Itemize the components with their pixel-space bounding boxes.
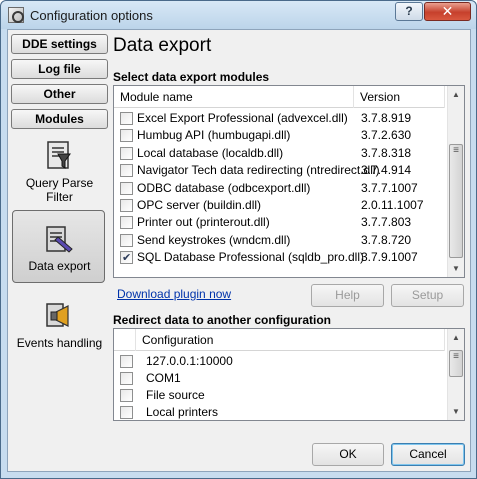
module-checkbox[interactable] <box>120 233 133 247</box>
nav-item-data-export[interactable]: Data export <box>12 223 107 273</box>
modules-scrollbar[interactable]: ▲ ▼ <box>447 86 464 277</box>
column-header-module-name[interactable]: Module name <box>114 86 354 108</box>
module-checkbox[interactable] <box>120 146 133 160</box>
redirect-checkbox[interactable] <box>120 389 133 402</box>
modules-section-title: Select data export modules <box>113 70 270 84</box>
module-checkbox[interactable] <box>120 164 133 178</box>
module-name: Humbug API (humbugapi.dll) <box>137 128 291 143</box>
nav-item-label: Query Parse Filter <box>25 176 94 204</box>
module-name: Excel Export Professional (advexcel.dll) <box>137 111 348 125</box>
module-name: ODBC database (odbcexport.dll) <box>137 180 311 195</box>
title-bar[interactable]: Configuration options ? ✕ <box>1 1 476 29</box>
close-window-button[interactable]: ✕ <box>424 2 471 21</box>
module-version: 3.7.2.630 <box>361 128 412 143</box>
module-name: OPC server (buildin.dll) <box>137 198 262 212</box>
module-version: 3.7.4.914 <box>361 163 412 178</box>
download-plugin-link[interactable]: Download plugin now <box>117 287 231 301</box>
module-row[interactable]: Local database (localdb.dll) 3.7.8.318 <box>114 145 445 162</box>
module-version: 3.7.7.803 <box>361 215 412 230</box>
module-row[interactable]: Send keystrokes (wndcm.dll) 3.7.8.720 <box>114 232 445 249</box>
module-checkbox[interactable] <box>120 129 133 143</box>
setup-button[interactable]: Setup <box>391 284 464 307</box>
module-checkbox[interactable] <box>120 250 133 267</box>
module-row[interactable]: Printer out (printerout.dll) 3.7.7.803 <box>114 214 445 231</box>
module-version: 3.7.7.1007 <box>361 180 418 195</box>
column-header-checkbox <box>114 329 136 351</box>
module-name: Send keystrokes (wndcm.dll) <box>137 232 291 247</box>
nav-button-modules[interactable]: Modules <box>11 109 108 129</box>
redirect-list-header: Configuration <box>114 329 445 351</box>
module-name: Navigator Tech data redirecting (ntredir… <box>137 163 380 178</box>
nav-item-label: Events handling <box>16 336 103 350</box>
redirect-row[interactable]: 127.0.0.1:10000 <box>114 353 445 370</box>
cancel-button[interactable]: Cancel <box>391 443 465 466</box>
module-name: Printer out (printerout.dll) <box>137 215 270 230</box>
redirect-row[interactable]: COM1 <box>114 370 445 387</box>
nav-item-events-handling[interactable]: Events handling <box>12 300 107 350</box>
redirect-section-title: Redirect data to another configuration <box>113 313 332 327</box>
module-name: SQL Database Professional (sqldb_pro.dll… <box>137 250 365 265</box>
module-row[interactable]: Excel Export Professional (advexcel.dll)… <box>114 110 445 127</box>
nav-button-other[interactable]: Other <box>11 84 108 104</box>
ok-button[interactable]: OK <box>312 443 384 466</box>
module-version: 3.7.8.318 <box>361 145 412 160</box>
module-name: Local database (localdb.dll) <box>137 145 284 160</box>
help-title-button[interactable]: ? <box>395 2 423 21</box>
window-title: Configuration options <box>30 8 153 23</box>
column-header-configuration[interactable]: Configuration <box>136 329 445 351</box>
redirect-configuration-name: Local printers <box>146 405 219 419</box>
redirect-list[interactable]: Configuration 127.0.0.1:10000 COM1 File so… <box>113 328 465 421</box>
nav-button-dde-settings[interactable]: DDE settings <box>11 34 108 54</box>
module-checkbox[interactable] <box>120 199 133 212</box>
modules-list-header: Module name Version <box>114 86 445 108</box>
redirect-checkbox[interactable] <box>120 355 133 368</box>
app-icon <box>8 7 24 23</box>
module-row[interactable]: OPC server (buildin.dll) 2.0.11.1007 <box>114 197 445 214</box>
redirect-row[interactable]: File source <box>114 387 445 404</box>
scrollbar-thumb[interactable] <box>449 144 463 258</box>
module-row[interactable]: Humbug API (humbugapi.dll) 3.7.2.630 <box>114 127 445 144</box>
redirect-configuration-name: COM1 <box>146 371 181 385</box>
module-row[interactable]: Navigator Tech data redirecting (ntredir… <box>114 162 445 179</box>
module-checkbox[interactable] <box>120 216 133 230</box>
dialog-client-area: DDE settings Log file Other Modules Quer… <box>7 29 471 472</box>
modules-list[interactable]: Module name Version Excel Export Profess… <box>113 85 465 278</box>
module-checkbox[interactable] <box>120 181 133 195</box>
redirect-configuration-name: 127.0.0.1:10000 <box>146 354 233 368</box>
redirect-checkbox[interactable] <box>120 406 133 419</box>
module-row[interactable]: ODBC database (odbcexport.dll) 3.7.7.1007 <box>114 180 445 197</box>
events-handling-icon <box>45 303 69 327</box>
module-row[interactable]: SQL Database Professional (sqldb_pro.dll… <box>114 249 445 267</box>
redirect-configuration-name: File source <box>146 388 205 402</box>
module-version: 3.7.9.1007 <box>361 250 418 265</box>
query-parse-filter-icon <box>46 141 71 169</box>
redirect-checkbox[interactable] <box>120 372 133 385</box>
page-title: Data export <box>113 35 212 56</box>
module-version: 3.7.8.720 <box>361 232 412 247</box>
scroll-down-arrow-icon[interactable]: ▼ <box>448 403 464 420</box>
module-version: 3.7.8.919 <box>361 111 412 125</box>
nav-item-label: Data export <box>28 259 91 273</box>
redirect-row[interactable]: Local printers <box>114 404 445 420</box>
redirect-scrollbar[interactable]: ▲ ▼ <box>447 329 464 420</box>
scrollbar-thumb[interactable] <box>449 350 463 377</box>
module-checkbox[interactable] <box>120 112 133 125</box>
nav-button-log-file[interactable]: Log file <box>11 59 108 79</box>
help-button[interactable]: Help <box>311 284 384 307</box>
scroll-up-arrow-icon[interactable]: ▲ <box>448 86 464 103</box>
scroll-down-arrow-icon[interactable]: ▼ <box>448 260 464 277</box>
scroll-up-arrow-icon[interactable]: ▲ <box>448 329 464 346</box>
nav-item-query-parse-filter[interactable]: Query Parse Filter <box>12 140 107 204</box>
column-header-version[interactable]: Version <box>354 86 445 108</box>
module-version: 2.0.11.1007 <box>361 198 424 212</box>
data-export-icon <box>45 226 73 253</box>
configuration-options-window: Configuration options ? ✕ DDE settings L… <box>0 0 477 479</box>
